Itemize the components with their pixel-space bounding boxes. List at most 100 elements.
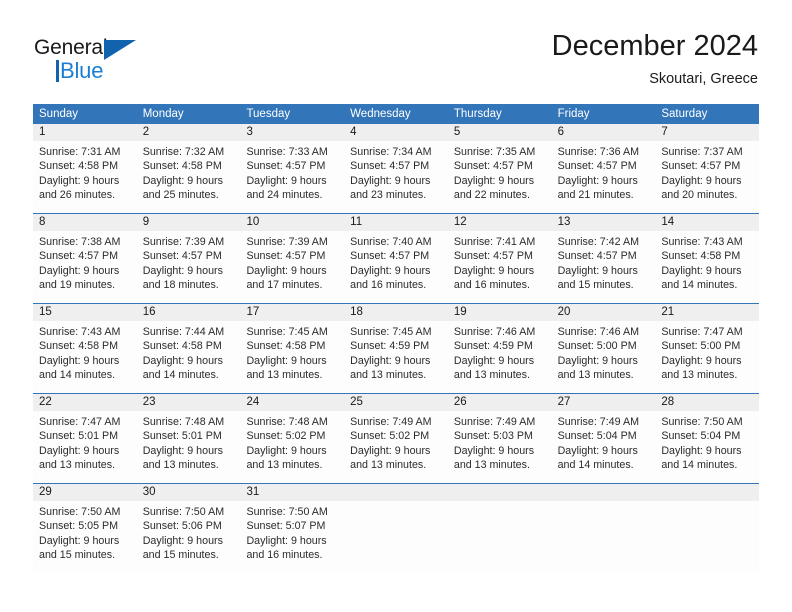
day-cell[interactable]: Sunrise: 7:48 AM Sunset: 5:02 PM Daylight:… [240, 411, 344, 483]
day-cell[interactable]: Sunrise: 7:42 AM Sunset: 4:57 PM Daylight:… [552, 231, 656, 303]
day-number-empty [552, 484, 656, 501]
daylight-text: Daylight: 9 hours [661, 444, 742, 457]
weekday-header-monday: Monday [142, 108, 184, 120]
day-cell[interactable]: Sunrise: 7:44 AM Sunset: 4:58 PM Daylight:… [137, 321, 241, 393]
day-cell[interactable]: Sunrise: 7:43 AM Sunset: 4:58 PM Daylight:… [655, 231, 759, 303]
daylight-text: Daylight: 9 hours [142, 354, 223, 367]
day-number[interactable]: 3 [240, 124, 344, 141]
daylight-text: Daylight: 9 hours [39, 174, 120, 187]
day-cell[interactable]: Sunrise: 7:46 AM Sunset: 4:59 PM Daylight:… [448, 321, 552, 393]
day-cell[interactable]: Sunrise: 7:48 AM Sunset: 5:01 PM Daylight:… [137, 411, 241, 483]
sunset-text: Sunset: 5:04 PM [661, 430, 741, 443]
day-cell[interactable]: Sunrise: 7:47 AM Sunset: 5:01 PM Daylight:… [33, 411, 137, 483]
day-cell[interactable]: Sunrise: 7:39 AM Sunset: 4:57 PM Daylight:… [240, 231, 344, 303]
day-number[interactable]: 31 [240, 484, 344, 501]
day-cell[interactable]: Sunrise: 7:31 AM Sunset: 4:58 PM Daylight:… [33, 141, 137, 213]
day-cell[interactable]: Sunrise: 7:38 AM Sunset: 4:57 PM Daylight:… [33, 231, 137, 303]
day-number[interactable]: 20 [552, 304, 656, 321]
day-number[interactable]: 27 [552, 394, 656, 411]
logo-text-general: General [34, 36, 108, 59]
daylight-text-cont: and 20 minutes. [661, 189, 738, 202]
day-cell[interactable]: Sunrise: 7:50 AM Sunset: 5:06 PM Daylight:… [137, 501, 241, 573]
sunrise-text: Sunrise: 7:45 AM [246, 326, 328, 338]
day-number[interactable]: 8 [33, 214, 137, 231]
calendar-page: General Blue December 2024 Skoutari, Gre… [0, 0, 792, 612]
day-number[interactable]: 26 [448, 394, 552, 411]
sunset-text: Sunset: 5:01 PM [142, 430, 222, 443]
calendar-week-row: 15 16 17 18 19 20 21 Sunrise: 7:43 AM Sunset: 4:… [33, 303, 759, 393]
sunset-text: Sunset: 4:57 PM [350, 250, 430, 263]
sunrise-text: Sunrise: 7:43 AM [661, 236, 743, 248]
day-number[interactable]: 21 [655, 304, 759, 321]
title-block: December 2024 Skoutari, Greece [552, 28, 758, 90]
day-cell[interactable]: Sunrise: 7:33 AM Sunset: 4:57 PM Daylight:… [240, 141, 344, 213]
daylight-text: Daylight: 9 hours [246, 264, 327, 277]
day-number-empty [448, 484, 552, 501]
day-cell[interactable]: Sunrise: 7:46 AM Sunset: 5:00 PM Daylight:… [552, 321, 656, 393]
day-cell[interactable]: Sunrise: 7:49 AM Sunset: 5:03 PM Daylight:… [448, 411, 552, 483]
day-cell[interactable]: Sunrise: 7:45 AM Sunset: 4:59 PM Daylight:… [344, 321, 448, 393]
daylight-text: Daylight: 9 hours [661, 174, 742, 187]
sunset-text: Sunset: 4:57 PM [350, 160, 430, 173]
day-number[interactable]: 19 [448, 304, 552, 321]
day-cell[interactable]: Sunrise: 7:50 AM Sunset: 5:07 PM Daylight:… [240, 501, 344, 573]
day-number[interactable]: 17 [240, 304, 344, 321]
day-number[interactable]: 9 [137, 214, 241, 231]
sunrise-text: Sunrise: 7:50 AM [142, 506, 225, 518]
day-number[interactable]: 6 [552, 124, 656, 141]
daylight-text-cont: and 13 minutes. [39, 459, 116, 472]
day-cell[interactable]: Sunrise: 7:37 AM Sunset: 4:57 PM Daylight:… [655, 141, 759, 213]
sunrise-text: Sunrise: 7:50 AM [246, 506, 328, 518]
day-number[interactable]: 11 [344, 214, 448, 231]
day-cell[interactable]: Sunrise: 7:32 AM Sunset: 4:58 PM Daylight:… [137, 141, 241, 213]
day-cell[interactable]: Sunrise: 7:41 AM Sunset: 4:57 PM Daylight:… [448, 231, 552, 303]
daylight-text-cont: and 15 minutes. [142, 549, 219, 562]
week-daynumber-band: 1234567 [33, 124, 759, 141]
generalblue-logo[interactable]: General Blue [34, 36, 164, 84]
day-cell[interactable]: Sunrise: 7:34 AM Sunset: 4:57 PM Daylight:… [344, 141, 448, 213]
day-cell[interactable]: Sunrise: 7:49 AM Sunset: 5:04 PM Daylight:… [552, 411, 656, 483]
day-cell[interactable]: Sunrise: 7:49 AM Sunset: 5:02 PM Daylight:… [344, 411, 448, 483]
day-number[interactable]: 2 [137, 124, 241, 141]
day-cell[interactable]: Sunrise: 7:39 AM Sunset: 4:57 PM Daylight:… [137, 231, 241, 303]
day-number[interactable]: 12 [448, 214, 552, 231]
daylight-text-cont: and 13 minutes. [246, 459, 323, 472]
day-number[interactable]: 4 [344, 124, 448, 141]
sunset-text: Sunset: 4:57 PM [557, 250, 637, 263]
week-content-row: Sunrise: 7:38 AM Sunset: 4:57 PM Daylight:… [33, 231, 759, 303]
day-number[interactable]: 16 [137, 304, 241, 321]
day-number[interactable]: 15 [33, 304, 137, 321]
day-cell-empty [655, 501, 759, 573]
day-number[interactable]: 18 [344, 304, 448, 321]
daylight-text: Daylight: 9 hours [453, 444, 535, 457]
day-number[interactable]: 13 [552, 214, 656, 231]
daylight-text: Daylight: 9 hours [661, 354, 742, 367]
sunset-text: Sunset: 5:00 PM [661, 340, 741, 353]
day-number[interactable]: 30 [137, 484, 241, 501]
day-number[interactable]: 10 [240, 214, 344, 231]
daylight-text-cont: and 19 minutes. [39, 279, 116, 292]
day-cell[interactable]: Sunrise: 7:40 AM Sunset: 4:57 PM Daylight:… [344, 231, 448, 303]
day-number[interactable]: 5 [448, 124, 552, 141]
day-cell[interactable]: Sunrise: 7:47 AM Sunset: 5:00 PM Daylight:… [655, 321, 759, 393]
sunset-text: Sunset: 4:57 PM [453, 160, 533, 173]
day-number[interactable]: 22 [33, 394, 137, 411]
day-cell[interactable]: Sunrise: 7:45 AM Sunset: 4:58 PM Daylight:… [240, 321, 344, 393]
day-number[interactable]: 1 [33, 124, 137, 141]
day-cell[interactable]: Sunrise: 7:36 AM Sunset: 4:57 PM Daylight:… [552, 141, 656, 213]
day-number[interactable]: 25 [344, 394, 448, 411]
day-number[interactable]: 7 [655, 124, 759, 141]
daylight-text-cont: and 15 minutes. [39, 549, 116, 562]
day-number[interactable]: 28 [655, 394, 759, 411]
day-number[interactable]: 23 [137, 394, 241, 411]
day-number[interactable]: 14 [655, 214, 759, 231]
day-cell[interactable]: Sunrise: 7:50 AM Sunset: 5:05 PM Daylight:… [33, 501, 137, 573]
sunrise-text: Sunrise: 7:42 AM [557, 236, 639, 248]
sunset-text: Sunset: 4:58 PM [246, 340, 326, 353]
calendar-week-row: 1 2 3 4 5 6 7 Sunrise: 7:31 AM Sunset: 4:58 PM Da… [33, 124, 759, 213]
day-number[interactable]: 29 [33, 484, 137, 501]
day-cell[interactable]: Sunrise: 7:50 AM Sunset: 5:04 PM Daylight:… [655, 411, 759, 483]
day-number[interactable]: 24 [240, 394, 344, 411]
day-cell[interactable]: Sunrise: 7:43 AM Sunset: 4:58 PM Daylight:… [33, 321, 137, 393]
day-cell[interactable]: Sunrise: 7:35 AM Sunset: 4:57 PM Daylight:… [448, 141, 552, 213]
